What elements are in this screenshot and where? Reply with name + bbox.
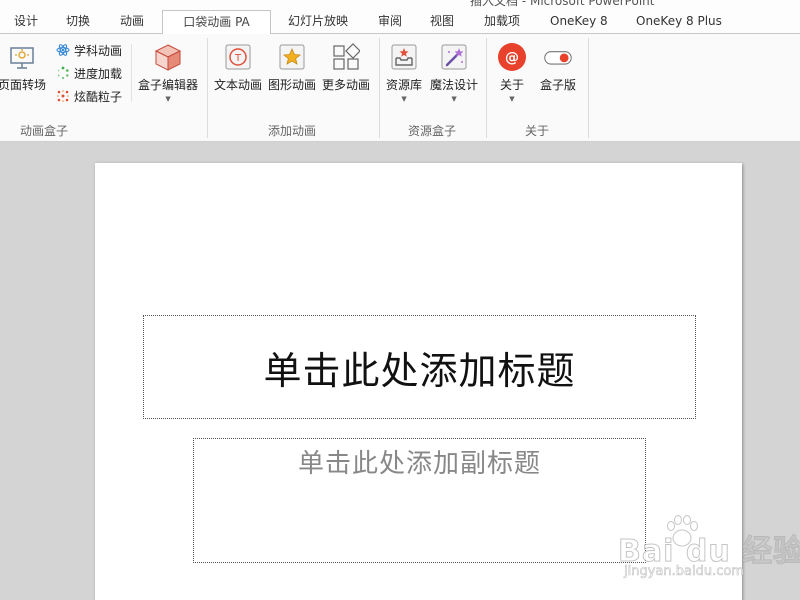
subject-animation-label: 学科动画 bbox=[74, 43, 123, 58]
group-label-about: 关于 bbox=[525, 124, 550, 138]
chevron-down-icon: ▼ bbox=[451, 95, 457, 103]
ribbon-tab-bar: 插入文档 - Microsoft PowerPoint 设计 切换 动画 口袋动… bbox=[0, 0, 800, 35]
more-animation-icon bbox=[331, 42, 361, 72]
page-transition-label: 页面转场 bbox=[0, 78, 47, 92]
tab-slideshow[interactable]: 幻灯片放映 bbox=[280, 8, 356, 34]
svg-text:T: T bbox=[234, 53, 242, 64]
group-separator bbox=[588, 38, 589, 138]
chevron-down-icon: ▼ bbox=[509, 95, 515, 103]
box-edition-toggle[interactable]: 盒子版 bbox=[540, 42, 576, 93]
more-animation-label: 更多动画 bbox=[322, 78, 371, 92]
text-animation-icon: T bbox=[223, 42, 253, 72]
tab-transitions[interactable]: 切换 bbox=[58, 8, 98, 34]
svg-text:@: @ bbox=[505, 50, 519, 66]
tab-onekey8-plus[interactable]: OneKey 8 Plus bbox=[628, 8, 730, 34]
more-animation-button[interactable]: 更多动画 bbox=[322, 42, 370, 93]
box-editor-label: 盒子编辑器 bbox=[138, 78, 199, 92]
progress-loading-label: 进度加载 bbox=[74, 66, 123, 81]
toggle-icon bbox=[543, 42, 573, 72]
baidu-jingyan-watermark: Bai du 经验 jingyan.baidu.com bbox=[612, 512, 800, 592]
tab-animations[interactable]: 动画 bbox=[112, 8, 152, 34]
chevron-down-icon: ▼ bbox=[165, 95, 171, 103]
tab-review[interactable]: 审阅 bbox=[370, 8, 410, 34]
subject-animation-button[interactable]: 学科动画 bbox=[55, 40, 122, 60]
group-separator bbox=[207, 38, 208, 138]
subtitle-placeholder[interactable]: 单击此处添加副标题 bbox=[193, 438, 646, 563]
text-animation-label: 文本动画 bbox=[214, 78, 263, 92]
page-transition-button[interactable]: 页面转场 bbox=[0, 42, 46, 93]
particle-button[interactable]: 炫酷粒子 bbox=[55, 86, 122, 106]
progress-loading-button[interactable]: 进度加载 bbox=[55, 63, 122, 83]
group-label-animation-box: 动画盒子 bbox=[20, 124, 69, 138]
shape-animation-icon bbox=[277, 42, 307, 72]
about-button[interactable]: @ 关于 ▼ bbox=[497, 42, 527, 103]
group-label-resource-box: 资源盒子 bbox=[408, 124, 457, 138]
subject-animation-icon bbox=[55, 42, 71, 58]
group-label-add-animation: 添加动画 bbox=[268, 124, 317, 138]
page-transition-icon bbox=[7, 42, 37, 72]
resource-library-label: 资源库 bbox=[386, 78, 423, 92]
text-animation-button[interactable]: T 文本动画 bbox=[214, 42, 262, 93]
magic-design-icon bbox=[439, 42, 469, 72]
about-icon: @ bbox=[497, 42, 527, 72]
group-separator bbox=[486, 38, 487, 138]
resource-library-icon bbox=[389, 42, 419, 72]
chevron-down-icon: ▼ bbox=[401, 95, 407, 103]
group-separator bbox=[379, 38, 380, 138]
magic-design-button[interactable]: 魔法设计 ▼ bbox=[430, 42, 478, 103]
box-edition-label: 盒子版 bbox=[540, 78, 577, 92]
particle-icon bbox=[55, 88, 71, 104]
particle-label: 炫酷粒子 bbox=[74, 89, 123, 104]
group-divider bbox=[131, 44, 132, 102]
progress-loading-icon bbox=[55, 65, 71, 81]
title-placeholder-text: 单击此处添加标题 bbox=[263, 348, 576, 393]
tab-pocket-animation[interactable]: 口袋动画 PA bbox=[162, 10, 271, 35]
shape-animation-button[interactable]: 图形动画 bbox=[268, 42, 316, 93]
magic-design-label: 魔法设计 bbox=[430, 78, 479, 92]
box-editor-button[interactable]: 盒子编辑器 ▼ bbox=[138, 42, 198, 103]
tab-design[interactable]: 设计 bbox=[6, 8, 46, 34]
watermark-url: jingyan.baidu.com bbox=[624, 564, 745, 580]
about-label: 关于 bbox=[499, 78, 524, 92]
resource-library-button[interactable]: 资源库 ▼ bbox=[386, 42, 422, 103]
title-placeholder[interactable]: 单击此处添加标题 bbox=[143, 315, 696, 419]
subtitle-placeholder-text: 单击此处添加副标题 bbox=[297, 449, 541, 479]
box-editor-icon bbox=[153, 42, 183, 72]
tab-onekey8[interactable]: OneKey 8 bbox=[542, 8, 616, 34]
tab-view[interactable]: 视图 bbox=[422, 8, 462, 34]
tab-addins[interactable]: 加载项 bbox=[476, 8, 528, 34]
shape-animation-label: 图形动画 bbox=[268, 78, 317, 92]
ribbon: 页面转场 学科动画 进度加载 炫酷粒子 盒子编辑器 ▼ 动画盒子 T 文本动画 … bbox=[0, 34, 800, 142]
